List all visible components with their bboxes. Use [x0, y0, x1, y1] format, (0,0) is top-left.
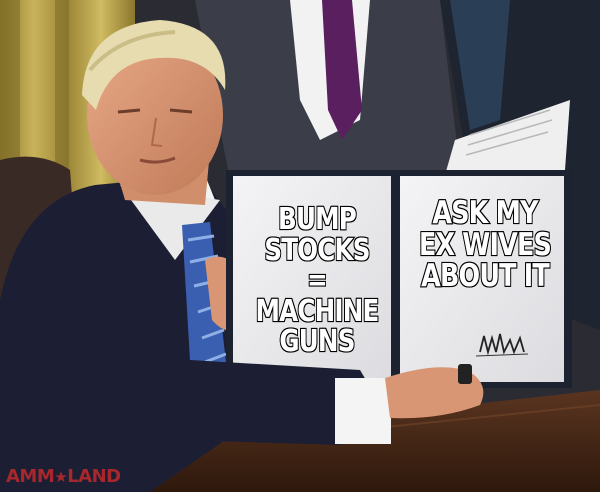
shirt-cuff [335, 378, 391, 444]
watermark-logo: AMM★LAND [6, 466, 121, 487]
star-icon: ★ [54, 468, 68, 486]
left-document-caption: BUMP STOCKS = MACHINE GUNS [255, 202, 381, 360]
watermark-suffix: LAND [67, 466, 121, 487]
pen [458, 364, 472, 384]
meme-image: BUMP STOCKS = MACHINE GUNS ASK MY EX WIV… [0, 0, 600, 492]
right-document-caption: ASK MY EX WIVES ABOUT IT [418, 195, 553, 295]
watermark-prefix: AMM [6, 466, 55, 487]
